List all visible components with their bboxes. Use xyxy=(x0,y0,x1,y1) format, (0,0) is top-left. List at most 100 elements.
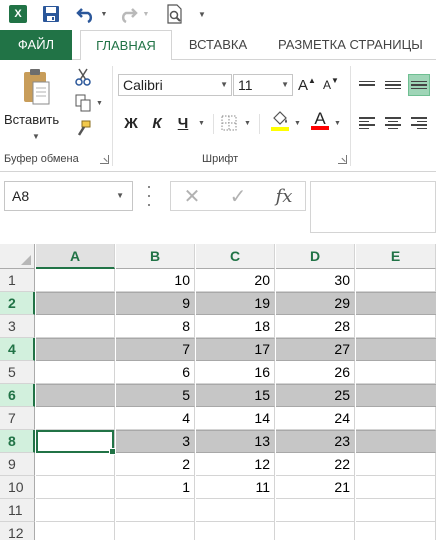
select-all-button[interactable] xyxy=(0,244,35,269)
cell-d8[interactable]: 23 xyxy=(276,430,355,453)
cell-c6[interactable]: 15 xyxy=(196,384,275,407)
cell-c8[interactable]: 13 xyxy=(196,430,275,453)
cell-b11[interactable] xyxy=(116,499,195,522)
row-header[interactable]: 11 xyxy=(0,499,35,522)
cell-b5[interactable]: 6 xyxy=(116,361,195,384)
font-launcher-icon[interactable] xyxy=(338,155,347,164)
cell-c9[interactable]: 12 xyxy=(196,453,275,476)
cell-e7[interactable] xyxy=(356,407,436,430)
borders-dropdown-icon[interactable]: ▼ xyxy=(244,120,251,127)
grow-font-button[interactable]: A ▲ xyxy=(298,74,316,96)
cell-c11[interactable] xyxy=(196,499,275,522)
cell-d1[interactable]: 30 xyxy=(276,269,355,292)
align-left-button[interactable] xyxy=(356,112,378,134)
cell-b4[interactable]: 7 xyxy=(116,338,195,361)
align-bottom-button[interactable] xyxy=(408,74,430,96)
cell-e1[interactable] xyxy=(356,269,436,292)
cell-c5[interactable]: 16 xyxy=(196,361,275,384)
save-icon[interactable] xyxy=(40,4,62,24)
cell-d9[interactable]: 22 xyxy=(276,453,355,476)
cell-a5[interactable] xyxy=(36,361,115,384)
redo-icon[interactable] xyxy=(117,4,139,24)
underline-button[interactable]: Ч xyxy=(172,112,194,134)
cell-c3[interactable]: 18 xyxy=(196,315,275,338)
cell-d7[interactable]: 24 xyxy=(276,407,355,430)
chevron-down-icon[interactable]: ▼ xyxy=(116,182,124,210)
excel-logo-icon[interactable]: X xyxy=(7,4,29,24)
copy-icon[interactable] xyxy=(72,92,94,114)
format-painter-icon[interactable] xyxy=(72,118,94,140)
italic-button[interactable]: К xyxy=(146,112,168,134)
row-header[interactable]: 1 xyxy=(0,269,35,292)
cell-a1[interactable] xyxy=(36,269,115,292)
active-cell-cursor[interactable] xyxy=(36,430,116,455)
cell-e3[interactable] xyxy=(356,315,436,338)
cell-b3[interactable]: 8 xyxy=(116,315,195,338)
cell-c12[interactable] xyxy=(196,522,275,540)
undo-icon[interactable] xyxy=(75,4,97,24)
cell-d2[interactable]: 29 xyxy=(276,292,355,315)
formula-bar-resize-handle[interactable] xyxy=(148,186,152,206)
cut-icon[interactable] xyxy=(72,66,94,88)
align-center-button[interactable] xyxy=(382,112,404,134)
tab-page-layout[interactable]: РАЗМЕТКА СТРАНИЦЫ xyxy=(268,30,436,60)
cell-b10[interactable]: 1 xyxy=(116,476,195,499)
name-box[interactable]: A8 ▼ xyxy=(4,181,133,211)
cell-e8[interactable] xyxy=(356,430,436,453)
paste-button[interactable]: Вставить ▼ xyxy=(4,64,66,146)
row-header[interactable]: 7 xyxy=(0,407,35,430)
redo-dropdown-icon[interactable]: ▼ xyxy=(141,4,151,24)
cell-a6[interactable] xyxy=(36,384,115,407)
cell-c1[interactable]: 20 xyxy=(196,269,275,292)
paste-dropdown-icon[interactable]: ▼ xyxy=(32,132,40,141)
cell-c2[interactable]: 19 xyxy=(196,292,275,315)
cell-a10[interactable] xyxy=(36,476,115,499)
align-middle-button[interactable] xyxy=(382,74,404,96)
column-header-b[interactable]: B xyxy=(116,244,195,269)
align-top-button[interactable] xyxy=(356,74,378,96)
borders-button[interactable] xyxy=(218,112,240,134)
cell-c10[interactable]: 11 xyxy=(196,476,275,499)
font-name-combo[interactable]: Calibri ▼ xyxy=(118,74,232,96)
cell-a3[interactable] xyxy=(36,315,115,338)
cell-d11[interactable] xyxy=(276,499,355,522)
cell-e9[interactable] xyxy=(356,453,436,476)
cell-e4[interactable] xyxy=(356,338,436,361)
cell-b12[interactable] xyxy=(116,522,195,540)
column-header-d[interactable]: D xyxy=(276,244,355,269)
cell-d5[interactable]: 26 xyxy=(276,361,355,384)
tab-insert[interactable]: ВСТАВКА xyxy=(180,30,256,60)
cell-d6[interactable]: 25 xyxy=(276,384,355,407)
cell-a2[interactable] xyxy=(36,292,115,315)
row-header[interactable]: 5 xyxy=(0,361,35,384)
cancel-icon[interactable]: ✕ xyxy=(177,184,207,208)
row-header[interactable]: 12 xyxy=(0,522,35,540)
bold-button[interactable]: Ж xyxy=(120,112,142,134)
fill-color-dropdown-icon[interactable]: ▼ xyxy=(294,120,301,127)
cell-e2[interactable] xyxy=(356,292,436,315)
cell-e12[interactable] xyxy=(356,522,436,540)
row-header[interactable]: 6 xyxy=(0,384,35,407)
cell-b6[interactable]: 5 xyxy=(116,384,195,407)
formula-input[interactable] xyxy=(310,181,436,233)
insert-function-icon[interactable]: fx xyxy=(269,184,299,208)
font-size-combo[interactable]: 11 ▼ xyxy=(233,74,293,96)
font-color-dropdown-icon[interactable]: ▼ xyxy=(334,120,341,127)
cell-e11[interactable] xyxy=(356,499,436,522)
column-header-c[interactable]: C xyxy=(196,244,275,269)
fill-color-button[interactable] xyxy=(268,110,292,132)
cell-a11[interactable] xyxy=(36,499,115,522)
cell-a9[interactable] xyxy=(36,453,115,476)
cell-c7[interactable]: 14 xyxy=(196,407,275,430)
row-header[interactable]: 3 xyxy=(0,315,35,338)
clipboard-launcher-icon[interactable] xyxy=(100,155,109,164)
tab-home[interactable]: ГЛАВНАЯ xyxy=(80,30,172,61)
row-header[interactable]: 2 xyxy=(0,292,35,315)
row-header[interactable]: 4 xyxy=(0,338,35,361)
cell-b7[interactable]: 4 xyxy=(116,407,195,430)
undo-dropdown-icon[interactable]: ▼ xyxy=(99,4,109,24)
cell-c4[interactable]: 17 xyxy=(196,338,275,361)
cell-e10[interactable] xyxy=(356,476,436,499)
cell-a4[interactable] xyxy=(36,338,115,361)
cell-b1[interactable]: 10 xyxy=(116,269,195,292)
